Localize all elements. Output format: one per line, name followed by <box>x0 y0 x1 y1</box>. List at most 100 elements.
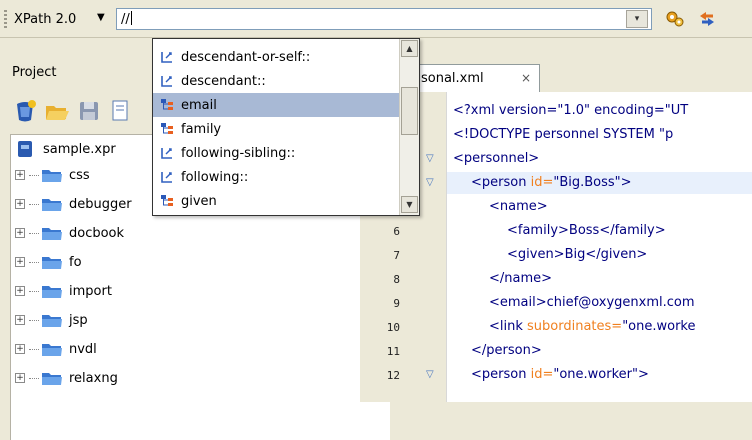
tree-item-label: debugger <box>69 196 132 212</box>
code-line[interactable]: <person id="Big.Boss"> <box>447 172 752 194</box>
xml-tag: <name> <box>489 199 548 214</box>
open-folder-icon[interactable] <box>44 98 70 124</box>
autocomplete-item[interactable]: given <box>153 189 399 213</box>
folder-icon <box>42 170 62 182</box>
tree-item-label: css <box>69 167 90 183</box>
gears-icon[interactable] <box>664 9 686 29</box>
code-line[interactable]: </person> <box>447 340 752 362</box>
expand-icon[interactable]: + <box>15 344 25 354</box>
tree-item-label: jsp <box>69 312 88 328</box>
close-icon[interactable]: × <box>521 71 531 85</box>
tree-item-label: docbook <box>69 225 125 241</box>
tree-item-label: relaxng <box>69 370 118 386</box>
line-number: 7 <box>393 249 400 262</box>
expand-icon[interactable]: + <box>15 315 25 325</box>
code-line[interactable]: <link subordinates="one.worke <box>447 316 752 338</box>
autocomplete-item-label: descendant-or-self:: <box>181 49 311 65</box>
tree-item-label: import <box>69 283 112 299</box>
xml-value: "one.worke <box>622 319 696 334</box>
xml-tag: <?xml version="1.0" encoding="UT <box>453 103 689 118</box>
scroll-up-icon[interactable]: ▲ <box>401 40 418 57</box>
xpath-query-input[interactable]: // <box>116 8 652 30</box>
xml-tag: <link <box>489 319 523 334</box>
expand-icon[interactable]: + <box>15 286 25 296</box>
xpath-version-selector[interactable]: XPath 2.0 <box>14 12 76 27</box>
axis-icon <box>161 76 172 87</box>
autocomplete-item[interactable]: descendant:: <box>153 69 399 93</box>
chevron-down-icon[interactable]: ▼ <box>97 12 105 23</box>
tree-item-jsp[interactable]: + jsp <box>15 308 88 332</box>
tree-item-css[interactable]: + css <box>15 163 90 187</box>
axis-icon <box>161 52 172 63</box>
code-line[interactable]: <name> <box>447 196 752 218</box>
xml-tag: <email>chief@oxygenxml.com <box>489 295 695 310</box>
expand-icon[interactable]: + <box>15 170 25 180</box>
properties-icon[interactable] <box>108 98 134 124</box>
line-number: 11 <box>386 345 400 358</box>
code-line[interactable]: <personnel> <box>447 148 752 170</box>
scroll-down-icon[interactable]: ▼ <box>401 196 418 213</box>
expand-icon[interactable]: + <box>15 373 25 383</box>
query-history-dropdown[interactable]: ▾ <box>626 10 648 28</box>
folder-icon <box>42 228 62 240</box>
xml-value: "Big.Boss"> <box>553 175 632 190</box>
line-number: 6 <box>393 225 400 238</box>
tree-connector <box>29 377 39 379</box>
arrows-icon[interactable] <box>696 9 718 29</box>
tree-item-docbook[interactable]: + docbook <box>15 221 124 245</box>
folder-icon <box>42 257 62 269</box>
xpath-query-text: // <box>121 12 130 27</box>
code-line[interactable]: <?xml version="1.0" encoding="UT <box>447 100 752 122</box>
tree-item-import[interactable]: + import <box>15 279 112 303</box>
code-line[interactable]: <family>Boss</family> <box>447 220 752 242</box>
code-area[interactable]: <?xml version="1.0" encoding="UT <!DOCTYP… <box>446 92 752 402</box>
scroll-thumb[interactable] <box>401 87 418 135</box>
tree-root[interactable]: sample.xpr <box>15 137 116 161</box>
axis-icon <box>161 148 172 159</box>
code-line[interactable]: <!DOCTYPE personnel SYSTEM "p <box>447 124 752 146</box>
tree-connector <box>29 232 39 234</box>
project-toolbar <box>12 98 134 124</box>
tree-root-label: sample.xpr <box>43 141 116 157</box>
autocomplete-item[interactable]: descendant-or-self:: <box>153 45 399 69</box>
tree-item-debugger[interactable]: + debugger <box>15 192 132 216</box>
tree-connector <box>29 174 39 176</box>
fold-icon[interactable]: ▽ <box>426 153 434 164</box>
toolbar-grip[interactable] <box>4 10 7 30</box>
code-line[interactable]: <given>Big</given> <box>447 244 752 266</box>
code-line[interactable]: </name> <box>447 268 752 290</box>
autocomplete-item[interactable]: email <box>153 93 399 117</box>
expand-icon[interactable]: + <box>15 199 25 209</box>
axis-icon <box>161 172 172 183</box>
tree-item-relaxng[interactable]: + relaxng <box>15 366 118 390</box>
line-number: 8 <box>393 273 400 286</box>
autocomplete-item-label: descendant:: <box>181 73 266 89</box>
autocomplete-item-label: following-sibling:: <box>181 145 296 161</box>
folder-icon <box>42 199 62 211</box>
fold-icon[interactable]: ▽ <box>426 177 434 188</box>
autocomplete-item-label: following:: <box>181 169 249 185</box>
tree-item-nvdl[interactable]: + nvdl <box>15 337 97 361</box>
project-file-icon <box>18 141 32 157</box>
tree-item-fo[interactable]: + fo <box>15 250 82 274</box>
expand-icon[interactable]: + <box>15 228 25 238</box>
xml-attribute: id= <box>526 367 554 382</box>
xpath-toolbar: XPath 2.0 ▼ // ▾ <box>0 0 752 38</box>
expand-icon[interactable]: + <box>15 257 25 267</box>
autocomplete-item[interactable]: family <box>153 117 399 141</box>
element-icon <box>161 195 173 206</box>
popup-scrollbar[interactable]: ▲ ▼ <box>399 39 419 215</box>
xml-tag: <personnel> <box>453 151 540 166</box>
autocomplete-item[interactable]: following-sibling:: <box>153 141 399 165</box>
tree-connector <box>29 290 39 292</box>
new-file-icon[interactable] <box>12 98 38 124</box>
save-icon[interactable] <box>76 98 102 124</box>
autocomplete-item[interactable]: following:: <box>153 165 399 189</box>
tab-personal-xml[interactable]: sonal.xml × <box>410 64 540 92</box>
xml-tag: </name> <box>489 271 553 286</box>
autocomplete-item-label: family <box>181 121 222 137</box>
code-line[interactable]: <email>chief@oxygenxml.com <box>447 292 752 314</box>
fold-icon[interactable]: ▽ <box>426 369 434 380</box>
xml-tag: <given>Big</given> <box>507 247 648 262</box>
code-line[interactable]: <person id="one.worker"> <box>447 364 752 386</box>
